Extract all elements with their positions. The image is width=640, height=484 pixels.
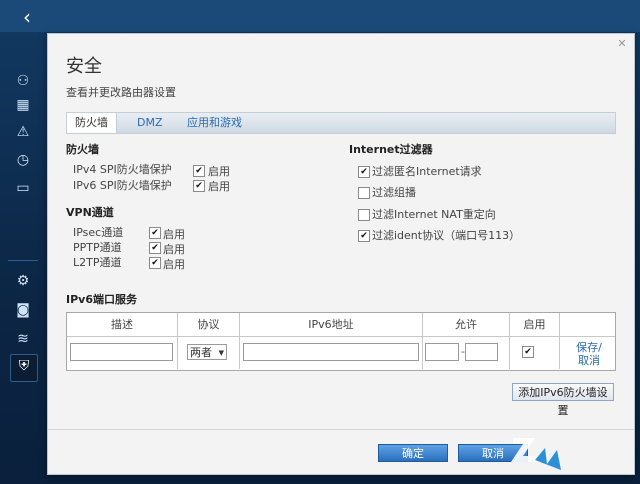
protocol-select[interactable]: 两者 ▼	[187, 344, 227, 360]
vpn-heading: VPN通道	[66, 206, 114, 219]
pptp-option: 启用	[163, 243, 185, 256]
ipsec-option: 启用	[163, 228, 185, 241]
tab-bar: 防火墙 DMZ 应用和游戏	[66, 112, 616, 134]
col-allow: 允许	[423, 313, 510, 337]
internet-filter-heading: Internet过滤器	[349, 143, 433, 156]
security-dialog: ✕ 安全 查看并更改路由器设置 防火墙 DMZ 应用和游戏 防火墙 IPv4 S…	[47, 33, 635, 475]
ipv4-spi-option: 启用	[208, 165, 230, 178]
col-actions	[560, 313, 615, 337]
ipv6-enable-checkbox[interactable]: ✔	[522, 346, 534, 358]
close-icon[interactable]: ✕	[616, 38, 628, 50]
ipv6-spi-option: 启用	[208, 180, 230, 193]
footer-divider	[48, 429, 634, 430]
pptp-label: PPTP通道	[73, 241, 122, 254]
filter-nat-redirect-checkbox[interactable]	[358, 209, 370, 221]
filter-ident-label: 过滤ident协议（端口号113）	[372, 229, 521, 242]
filter-ident-checkbox[interactable]: ✔	[358, 230, 370, 242]
storage-icon[interactable]: ▭	[12, 177, 34, 199]
cell-ipv6-address	[240, 337, 423, 369]
l2tp-checkbox[interactable]: ✔	[149, 257, 161, 269]
tab-firewall[interactable]: 防火墙	[67, 113, 117, 133]
ipv6-spi-checkbox[interactable]: ✔	[193, 180, 205, 192]
filter-anonymous-checkbox[interactable]: ✔	[358, 166, 370, 178]
page-title: 安全	[66, 56, 102, 77]
ipv4-spi-label: IPv4 SPI防火墙保护	[73, 163, 172, 176]
filter-nat-redirect-label: 过滤Internet NAT重定向	[372, 208, 496, 221]
firewall-heading: 防火墙	[66, 143, 99, 156]
ipv4-spi-checkbox[interactable]: ✔	[193, 165, 205, 177]
port-start-input[interactable]	[425, 343, 459, 361]
ipv6-spi-label: IPv6 SPI防火墙保护	[73, 179, 172, 192]
settings-icon[interactable]: ⚙	[12, 270, 34, 292]
ipv6-address-input[interactable]	[243, 343, 419, 361]
calendar-icon[interactable]: ▦	[12, 94, 34, 116]
ipsec-label: IPsec通道	[73, 226, 124, 239]
l2tp-option: 启用	[163, 258, 185, 271]
watermark-logo	[511, 438, 561, 470]
cell-description	[67, 337, 178, 369]
col-ipv6-address: IPv6地址	[240, 313, 423, 337]
add-ipv6-firewall-button[interactable]: 添加IPv6防火墙设置	[512, 383, 614, 417]
tab-apps-games[interactable]: 应用和游戏	[179, 113, 250, 133]
col-protocol: 协议	[178, 313, 240, 337]
page-subtitle: 查看并更改路由器设置	[66, 86, 176, 99]
description-input[interactable]	[70, 343, 173, 361]
cell-enable: ✔	[510, 337, 560, 369]
cell-allow: -	[423, 337, 510, 369]
col-enable: 启用	[510, 313, 560, 337]
devices-icon[interactable]: ⚇	[12, 70, 34, 92]
protocol-value: 两者	[190, 346, 212, 359]
tab-dmz[interactable]: DMZ	[129, 113, 171, 133]
ipsec-checkbox[interactable]: ✔	[149, 227, 161, 239]
cell-protocol: 两者 ▼	[178, 337, 240, 369]
pptp-checkbox[interactable]: ✔	[149, 242, 161, 254]
filter-multicast-label: 过滤组播	[372, 186, 416, 199]
wifi-icon[interactable]: ≋	[12, 328, 34, 350]
ok-button[interactable]: 确定	[378, 444, 448, 462]
sidebar: ⚇ ▦ ⚠ ◷ ▭ ⚙ ◙ ≋ ⛨	[0, 32, 46, 484]
l2tp-label: L2TP通道	[73, 256, 122, 269]
save-cancel-link[interactable]: 保存/ 取消	[567, 341, 611, 367]
shield-icon[interactable]: ⛨	[10, 354, 38, 382]
warning-icon[interactable]: ⚠	[12, 121, 34, 143]
ipv6-ports-heading: IPv6端口服务	[66, 293, 137, 306]
dropdown-arrow-icon: ▼	[218, 349, 224, 357]
filter-multicast-checkbox[interactable]	[358, 187, 370, 199]
sidebar-divider	[8, 260, 38, 261]
ipv6-ports-table: 描述 协议 IPv6地址 允许 启用 两者 ▼ - ✔ 保存/ 取消	[66, 312, 616, 371]
clock-icon[interactable]: ◷	[12, 149, 34, 171]
back-chevron-icon[interactable]: ‹	[16, 6, 38, 28]
camera-icon[interactable]: ◙	[12, 299, 34, 321]
top-bar: ‹	[0, 0, 640, 32]
port-end-input[interactable]	[465, 343, 498, 361]
cell-actions: 保存/ 取消	[560, 337, 615, 369]
filter-anonymous-label: 过滤匿名Internet请求	[372, 165, 482, 178]
col-description: 描述	[67, 313, 178, 337]
